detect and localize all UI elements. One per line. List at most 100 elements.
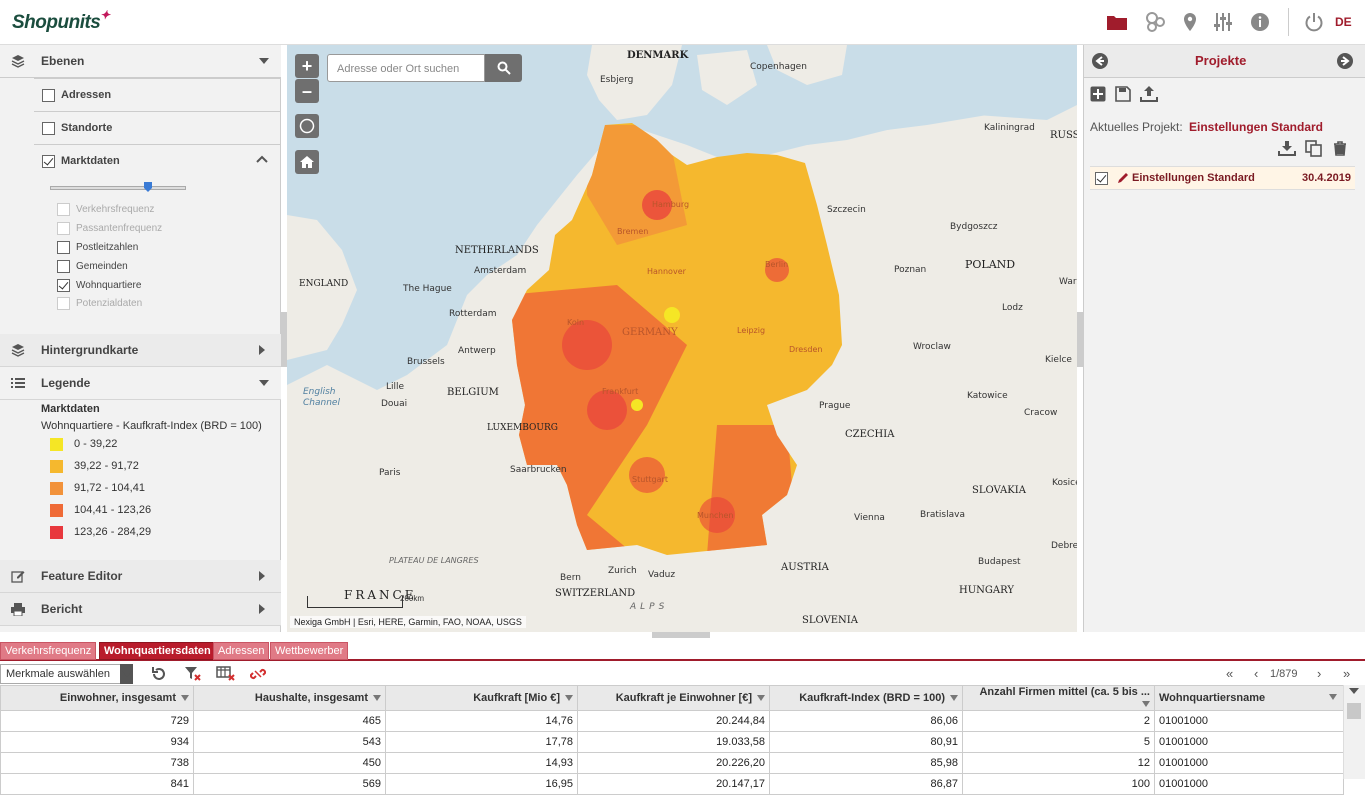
tab-wohnquartiersdaten[interactable]: Wohnquartiersdaten	[99, 642, 216, 660]
clear-table-icon[interactable]	[216, 666, 236, 682]
filter-icon[interactable]	[1142, 701, 1150, 708]
layer-marktdaten[interactable]: Marktdaten	[42, 151, 120, 171]
sliders-icon[interactable]	[1211, 10, 1235, 34]
chevron-right-icon[interactable]	[259, 345, 265, 355]
column-header[interactable]: Anzahl Firmen mittel (ca. 5 bis ...	[962, 685, 1155, 711]
last-page-button[interactable]: »	[1343, 666, 1350, 681]
chevron-down-icon[interactable]	[120, 664, 133, 684]
home-button[interactable]	[295, 150, 319, 174]
prev-page-button[interactable]: ‹	[1254, 666, 1258, 681]
bottom-panel-resize-handle[interactable]	[652, 632, 710, 638]
search-input[interactable]: Adresse oder Ort suchen	[327, 54, 485, 82]
opacity-slider[interactable]	[50, 186, 186, 190]
checkbox[interactable]	[57, 278, 70, 292]
next-page-button[interactable]: ›	[1317, 666, 1321, 681]
slider-thumb[interactable]	[144, 182, 152, 192]
network-icon[interactable]	[1144, 10, 1168, 34]
checkbox[interactable]	[57, 240, 70, 254]
column-header[interactable]: Kaufkraft [Mio €]	[385, 685, 578, 711]
filter-icon[interactable]	[950, 695, 958, 702]
checkbox[interactable]	[42, 154, 55, 168]
upload-icon[interactable]	[1140, 85, 1158, 102]
chevron-down-icon[interactable]	[259, 58, 269, 64]
column-header[interactable]: Wohnquartiersname	[1154, 685, 1344, 711]
delete-icon[interactable]	[1332, 140, 1348, 156]
filter-icon[interactable]	[1329, 694, 1337, 700]
unlink-icon[interactable]	[250, 666, 266, 682]
first-page-button[interactable]: «	[1226, 666, 1233, 681]
city-label: Zurich	[608, 566, 637, 576]
project-row[interactable]: Einstellungen Standard 30.4.2019	[1090, 166, 1355, 190]
table-cell: 934	[0, 731, 194, 753]
table-cell: 01001000	[1154, 710, 1344, 732]
locate-button[interactable]	[295, 114, 319, 138]
layer-wohnquartiere[interactable]: Wohnquartiere	[57, 275, 141, 295]
section-legende[interactable]: Legende	[0, 367, 281, 400]
forward-arrow-icon[interactable]	[1336, 52, 1354, 70]
folder-icon[interactable]	[1105, 10, 1129, 34]
table-row[interactable]: 841 569 16,95 20.147,17 86,87 100 01001000	[0, 773, 1344, 795]
section-bericht[interactable]: Bericht	[0, 593, 281, 626]
table-row[interactable]: 738 450 14,93 20.226,20 85,98 12 01001000	[0, 752, 1344, 774]
column-header[interactable]: Kaufkraft je Einwohner [€]	[577, 685, 770, 711]
table-row[interactable]: 934 543 17,78 19.033,58 80,91 5 01001000	[0, 731, 1344, 753]
table-cell: 729	[0, 710, 194, 732]
edit-icon	[11, 571, 25, 583]
filter-icon[interactable]	[565, 695, 573, 702]
language-switch[interactable]: DE	[1335, 15, 1352, 29]
column-header[interactable]: Haushalte, insgesamt	[193, 685, 386, 711]
layer-adressen[interactable]: Adressen	[42, 85, 111, 105]
chevron-right-icon[interactable]	[259, 604, 265, 614]
chevron-down-icon[interactable]	[259, 380, 269, 386]
logo[interactable]: Shopunits ✦	[12, 8, 110, 34]
region-label: PLATEAU DE LANGRES	[389, 556, 479, 565]
pencil-icon[interactable]	[1117, 172, 1129, 184]
city-label: Warsa	[1059, 277, 1077, 287]
chevron-up-icon[interactable]	[256, 155, 268, 163]
layer-standorte[interactable]: Standorte	[42, 118, 112, 138]
search-button[interactable]	[485, 54, 522, 82]
download-icon[interactable]	[1278, 140, 1296, 156]
city-label: Rotterdam	[449, 309, 497, 319]
feature-select[interactable]: Merkmale auswählen	[0, 664, 133, 684]
filter-icon[interactable]	[181, 695, 189, 702]
column-header[interactable]: Einwohner, insgesamt	[0, 685, 194, 711]
chevron-right-icon[interactable]	[259, 571, 265, 581]
filter-icon[interactable]	[757, 695, 765, 702]
tab-verkehrsfrequenz[interactable]: Verkehrsfrequenz	[0, 642, 97, 660]
zoom-out-button[interactable]: –	[295, 79, 319, 103]
filter-icon[interactable]	[373, 695, 381, 702]
refresh-icon[interactable]	[151, 666, 167, 682]
checkbox[interactable]	[57, 259, 70, 273]
clear-filter-icon[interactable]	[184, 666, 202, 682]
table-scrollbar[interactable]	[1343, 685, 1365, 779]
section-hintergrundkarte[interactable]: Hintergrundkarte	[0, 334, 281, 367]
column-header[interactable]: Kaufkraft-Index (BRD = 100)	[769, 685, 963, 711]
table-row[interactable]: 729 465 14,76 20.244,84 86,06 2 01001000	[0, 710, 1344, 732]
legend-swatch	[50, 460, 63, 473]
section-ebenen[interactable]: Ebenen	[0, 45, 281, 78]
location-pin-icon[interactable]	[1178, 10, 1202, 34]
layer-potenzialdaten: Potenzialdaten	[57, 293, 142, 313]
checkbox[interactable]	[1095, 172, 1108, 185]
table-cell: 465	[193, 710, 386, 732]
tab-wettbewerber[interactable]: Wettbewerber	[270, 642, 349, 660]
save-icon[interactable]	[1115, 86, 1131, 102]
power-icon[interactable]	[1302, 10, 1326, 34]
city-label: Dresden	[789, 345, 823, 354]
section-feature-editor[interactable]: Feature Editor	[0, 560, 281, 593]
add-project-icon[interactable]	[1090, 86, 1106, 102]
layer-gemeinden[interactable]: Gemeinden	[57, 256, 128, 276]
city-label: Lodz	[1002, 303, 1023, 313]
checkbox[interactable]	[42, 88, 55, 102]
copy-icon[interactable]	[1305, 140, 1323, 157]
info-icon[interactable]	[1248, 10, 1272, 34]
layer-postleitzahlen[interactable]: Postleitzahlen	[57, 237, 138, 257]
table-cell: 14,93	[385, 752, 578, 774]
country-label: AUSTRIA	[781, 562, 829, 573]
map-view[interactable]: DENMARK NETHERLANDS BELGIUM POLAND CZECH…	[287, 45, 1077, 632]
back-arrow-icon[interactable]	[1091, 52, 1109, 70]
zoom-in-button[interactable]: +	[295, 54, 319, 78]
tab-adressen[interactable]: Adressen	[213, 642, 270, 660]
checkbox[interactable]	[42, 121, 55, 135]
